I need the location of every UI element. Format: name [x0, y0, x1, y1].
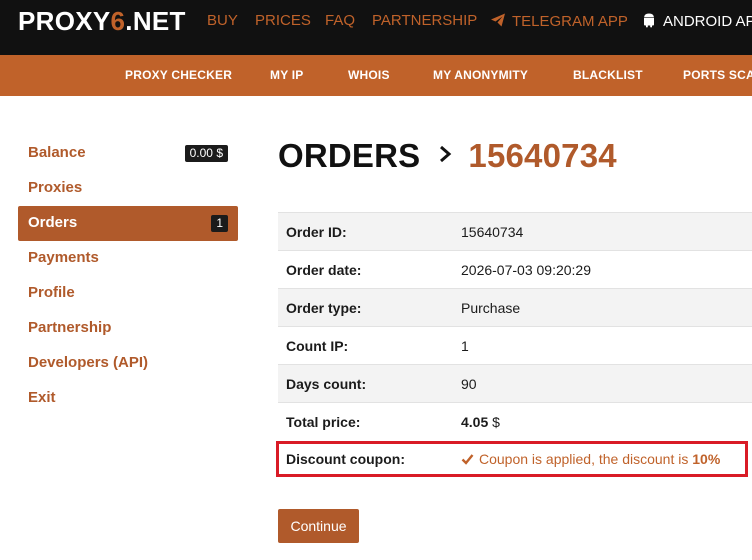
total-price-value: 4.05 $	[453, 402, 752, 441]
days-count-value: 90	[453, 364, 752, 403]
order-type-value: Purchase	[453, 288, 752, 327]
nav-telegram-app-link[interactable]: TELEGRAM APP	[490, 12, 628, 30]
days-count-label: Days count:	[278, 364, 453, 403]
sidebar-item-label: Proxies	[28, 179, 83, 196]
table-row: Total price: 4.05 $	[278, 402, 752, 441]
sidebar-item-label: Exit	[28, 389, 56, 406]
subnav-my-anonymity-link[interactable]: MY ANONYMITY	[433, 68, 528, 82]
sidebar-item-payments[interactable]: Payments	[18, 241, 238, 276]
logo-accent: 6	[110, 6, 126, 36]
subnav-ports-scan-link[interactable]: PORTS SCAN	[683, 68, 752, 82]
total-price-amount: 4.05	[461, 413, 489, 430]
sidebar-item-orders[interactable]: Orders 1	[18, 206, 238, 241]
sidebar-item-proxies[interactable]: Proxies	[18, 171, 238, 206]
sidebar-item-label: Partnership	[28, 319, 112, 336]
sidebar-item-label: Orders	[28, 214, 78, 231]
logo-tail: .NET	[125, 6, 186, 36]
check-icon	[461, 454, 474, 465]
sidebar-item-developers-api[interactable]: Developers (API)	[18, 346, 238, 381]
nav-telegram-label: TELEGRAM APP	[512, 13, 628, 30]
sidebar-item-exit[interactable]: Exit	[18, 381, 238, 416]
nav-android-label: ANDROID APP	[663, 13, 752, 30]
nav-partnership-link[interactable]: PARTNERSHIP	[372, 12, 477, 29]
coupon-status-text: Coupon is applied, the discount is	[479, 451, 689, 467]
nav-android-app-link[interactable]: ANDROID APP	[642, 12, 752, 30]
subnav-my-ip-link[interactable]: MY IP	[270, 68, 303, 82]
order-date-label: Order date:	[278, 250, 453, 289]
account-sidebar: Balance 0.00 $ Proxies Orders 1 Payments…	[18, 136, 238, 416]
discount-coupon-label: Discount coupon:	[286, 451, 405, 467]
order-id-label: Order ID:	[278, 212, 453, 251]
subnav-proxy-checker-link[interactable]: PROXY CHECKER	[125, 68, 232, 82]
table-row: Days count: 90	[278, 364, 752, 403]
order-date-value: 2026-07-03 09:20:29	[453, 250, 752, 289]
order-details-table: Order ID: 15640734 Order date: 2026-07-0…	[278, 212, 752, 441]
logo-main: PROXY	[18, 6, 111, 36]
continue-button[interactable]: Continue	[278, 509, 359, 543]
tools-nav: PROXY CHECKER MY IP WHOIS MY ANONYMITY B…	[0, 55, 752, 96]
order-type-label: Order type:	[278, 288, 453, 327]
subnav-whois-link[interactable]: WHOIS	[348, 68, 390, 82]
breadcrumb-orders[interactable]: ORDERS	[278, 137, 420, 174]
count-ip-label: Count IP:	[278, 326, 453, 365]
top-bar: PROXY6.NET BUY PRICES FAQ PARTNERSHIP TE…	[0, 0, 752, 55]
balance-badge: 0.00 $	[184, 145, 228, 162]
page-title: ORDERS 15640734	[278, 137, 617, 175]
sidebar-item-label: Developers (API)	[28, 354, 149, 371]
table-row: Order ID: 15640734	[278, 212, 752, 251]
coupon-status: Coupon is applied, the discount is 10%	[461, 451, 720, 467]
total-price-currency: $	[492, 413, 500, 430]
android-icon	[644, 13, 654, 28]
order-number: 15640734	[468, 137, 617, 174]
sidebar-item-label: Profile	[28, 284, 75, 301]
chevron-right-icon	[440, 145, 452, 163]
count-ip-value: 1	[453, 326, 752, 365]
sidebar-item-label: Balance	[28, 144, 86, 161]
nav-prices-link[interactable]: PRICES	[255, 12, 311, 29]
coupon-discount-value: 10%	[692, 451, 721, 467]
table-row: Order type: Purchase	[278, 288, 752, 327]
paper-plane-icon	[491, 13, 505, 27]
table-row: Count IP: 1	[278, 326, 752, 365]
sidebar-item-partnership[interactable]: Partnership	[18, 311, 238, 346]
sidebar-item-profile[interactable]: Profile	[18, 276, 238, 311]
nav-faq-link[interactable]: FAQ	[325, 12, 355, 29]
orders-count-badge: 1	[211, 215, 228, 232]
sidebar-item-label: Payments	[28, 249, 99, 266]
table-row: Order date: 2026-07-03 09:20:29	[278, 250, 752, 289]
total-price-label: Total price:	[278, 402, 453, 441]
nav-buy-link[interactable]: BUY	[207, 12, 238, 29]
sidebar-item-balance[interactable]: Balance 0.00 $	[18, 136, 238, 171]
order-id-value: 15640734	[453, 212, 752, 251]
subnav-blacklist-link[interactable]: BLACKLIST	[573, 68, 643, 82]
site-logo[interactable]: PROXY6.NET	[18, 6, 186, 37]
